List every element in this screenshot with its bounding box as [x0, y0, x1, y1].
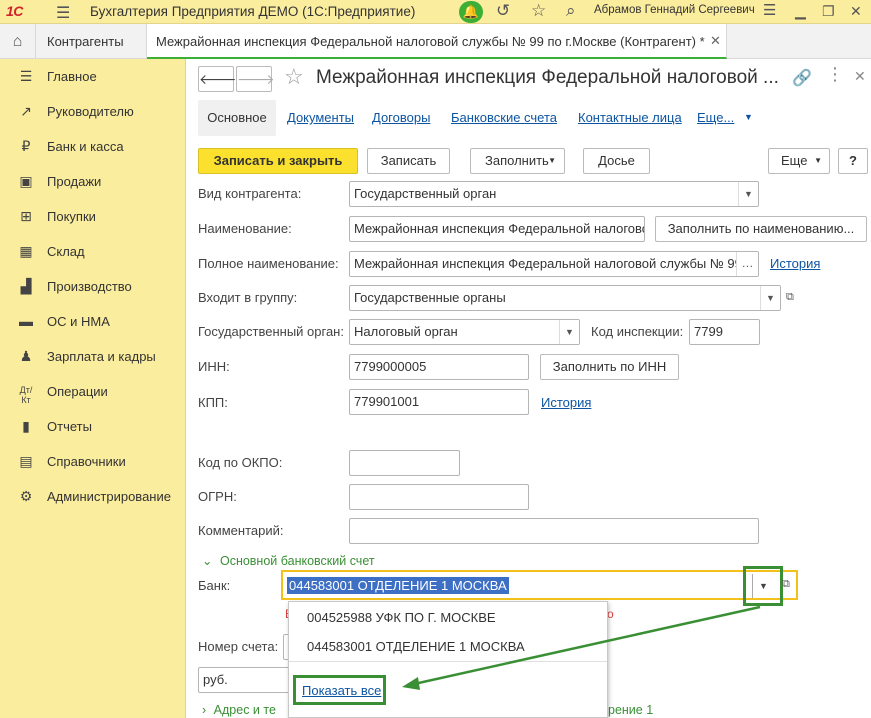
arrow-line [413, 605, 761, 686]
annotation-arrow [402, 605, 761, 690]
arrow-head [402, 677, 420, 690]
app-window: 1С ☰ Бухгалтерия Предприятия ДЕМО (1С:Пр… [0, 0, 871, 718]
